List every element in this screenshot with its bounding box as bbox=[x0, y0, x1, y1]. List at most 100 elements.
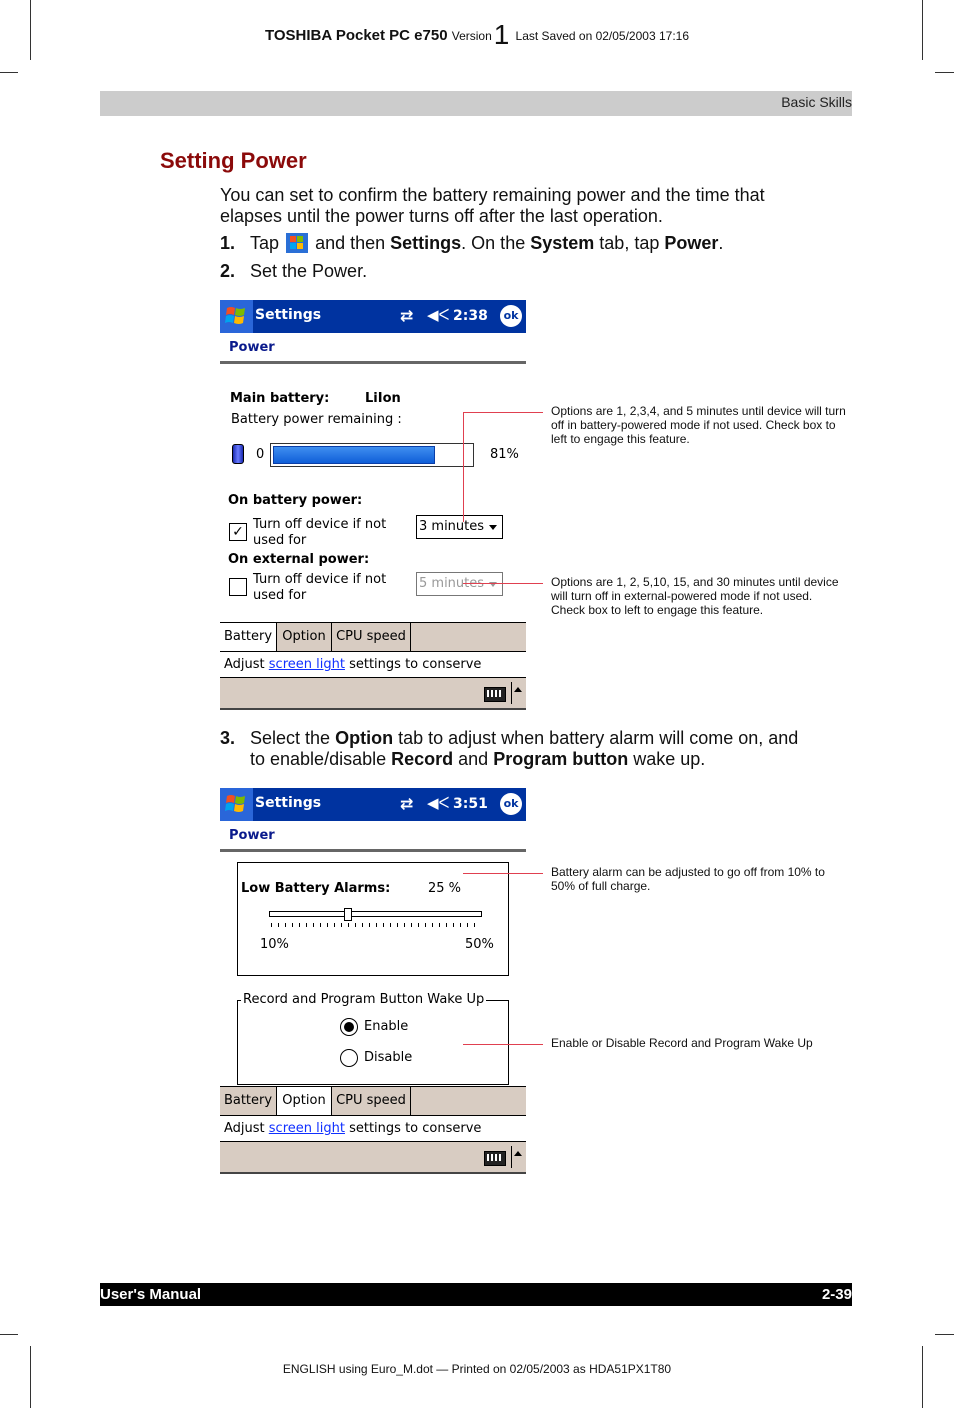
main-battery-type: LiIon bbox=[365, 391, 401, 406]
crop-mark bbox=[935, 1334, 954, 1335]
screen-light-link[interactable]: screen light bbox=[269, 657, 345, 672]
start-button[interactable] bbox=[220, 300, 253, 333]
on-battery-checkbox[interactable]: ✓ bbox=[229, 523, 247, 541]
on-external-checkbox-label: used for bbox=[253, 588, 307, 603]
alarm-slider-thumb[interactable] bbox=[344, 908, 352, 921]
print-info: ENGLISH using Euro_M.dot — Printed on 02… bbox=[282, 1362, 672, 1376]
clock[interactable]: 2:38 bbox=[453, 308, 488, 324]
tab-option[interactable]: Option bbox=[277, 1087, 332, 1115]
annotation-wake: Enable or Disable Record and Program Wak… bbox=[551, 1036, 813, 1050]
speaker-icon[interactable]: ◀ᐸ bbox=[427, 306, 449, 324]
header-version-label: Version bbox=[451, 29, 492, 43]
annotation-alarm: Battery alarm can be adjusted to go off … bbox=[551, 865, 825, 893]
crop-mark bbox=[935, 72, 954, 73]
menu-bar bbox=[220, 1142, 526, 1174]
chevron-down-icon bbox=[489, 525, 497, 530]
screen-light-link[interactable]: screen light bbox=[269, 1121, 345, 1136]
step-2: 2. Set the Power. bbox=[220, 261, 367, 282]
tab-option[interactable]: Option bbox=[277, 623, 332, 651]
step-text: . On the bbox=[461, 233, 526, 253]
help-text: Adjust screen light settings to conserve… bbox=[220, 1116, 526, 1161]
clock[interactable]: 3:51 bbox=[453, 796, 488, 812]
input-panel-arrow-icon[interactable] bbox=[514, 687, 522, 692]
step-keyword: Settings bbox=[390, 233, 462, 253]
alarm-slider-track[interactable] bbox=[269, 911, 482, 917]
on-battery-heading: On battery power: bbox=[228, 493, 363, 508]
sync-arrows-icon[interactable]: ⇄ bbox=[400, 306, 413, 325]
pocketpc-screen-option: Settings ⇄ ◀ᐸ 3:51 ok Power Low Battery … bbox=[220, 788, 526, 1174]
leader-line bbox=[463, 873, 543, 874]
windows-start-icon bbox=[286, 233, 309, 253]
annotation-external-timeout: Options are 1, 2, 5,10, 15, and 30 minut… bbox=[551, 575, 839, 617]
leader-line bbox=[463, 412, 543, 413]
slider-max-label: 50% bbox=[465, 937, 494, 952]
step-continuation: to enable/disable Record and Program but… bbox=[220, 749, 850, 770]
battery-percent-label: 81% bbox=[490, 447, 519, 462]
pocketpc-screen-battery: Settings ⇄ ◀ᐸ 2:38 ok Power Main battery… bbox=[220, 300, 526, 710]
tab-battery[interactable]: Battery bbox=[220, 623, 277, 651]
step-text: Select the bbox=[250, 728, 331, 748]
divider bbox=[511, 1146, 512, 1168]
header-brand: TOSHIBA Pocket PC e750 bbox=[264, 27, 448, 44]
divider bbox=[511, 682, 512, 704]
alarm-value-label: 25 % bbox=[428, 881, 462, 896]
step-text: to enable/disable bbox=[250, 749, 387, 769]
step-text: . bbox=[718, 233, 724, 253]
on-battery-checkbox-label: used for bbox=[253, 533, 307, 548]
battery-progress-bar bbox=[270, 443, 474, 467]
keyboard-icon[interactable] bbox=[484, 687, 506, 702]
help-prefix: Adjust bbox=[224, 1121, 265, 1136]
speaker-icon[interactable]: ◀ᐸ bbox=[427, 794, 449, 812]
keyboard-icon[interactable] bbox=[484, 1151, 506, 1166]
dropdown-value: 3 minutes bbox=[419, 519, 485, 534]
slider-ticks bbox=[271, 923, 481, 927]
tab-cpu-speed[interactable]: CPU speed bbox=[332, 1087, 411, 1115]
annotation-battery-timeout: Options are 1, 2,3,4, and 5 minutes unti… bbox=[551, 404, 846, 446]
disable-radio[interactable] bbox=[340, 1049, 358, 1067]
step-keyword: Option bbox=[335, 728, 394, 748]
step-text: wake up. bbox=[633, 749, 706, 769]
footer-manual-label: User's Manual bbox=[100, 1286, 202, 1303]
step-text: and then bbox=[315, 233, 386, 253]
on-external-timeout-dropdown[interactable]: 5 minutes bbox=[416, 572, 503, 596]
ok-button[interactable]: ok bbox=[500, 305, 522, 327]
app-title: Settings bbox=[255, 795, 322, 811]
crop-mark bbox=[30, 1346, 31, 1408]
on-battery-timeout-dropdown[interactable]: 3 minutes bbox=[416, 515, 503, 539]
help-text: Adjust screen light settings to conserve… bbox=[220, 652, 526, 697]
battery-icon bbox=[232, 444, 244, 464]
enable-radio[interactable] bbox=[340, 1018, 358, 1036]
ok-button[interactable]: ok bbox=[500, 793, 522, 815]
crop-mark bbox=[0, 1334, 18, 1335]
section-bar: Basic Skills bbox=[100, 91, 852, 116]
progress-min-label: 0 bbox=[256, 447, 265, 462]
low-battery-alarm-box: Low Battery Alarms: 25 % 10% 50% bbox=[237, 862, 509, 976]
wake-group-label: Record and Program Button Wake Up bbox=[241, 992, 487, 1007]
step-number: 3. bbox=[220, 728, 236, 748]
tab-bar: Battery Option CPU speed bbox=[220, 1086, 526, 1116]
app-title: Settings bbox=[255, 307, 322, 323]
title-bar: Settings ⇄ ◀ᐸ 3:51 ok bbox=[220, 788, 526, 821]
header-version-number: 1 bbox=[493, 19, 510, 50]
wake-up-group: Record and Program Button Wake Up Enable… bbox=[237, 992, 509, 1085]
input-panel-arrow-icon[interactable] bbox=[514, 1151, 522, 1156]
step-text: and bbox=[458, 749, 489, 769]
step-keyword: Program button bbox=[493, 749, 629, 769]
tab-battery[interactable]: Battery bbox=[220, 1087, 277, 1115]
sync-arrows-icon[interactable]: ⇄ bbox=[400, 794, 413, 813]
battery-progress-fill bbox=[273, 446, 435, 464]
page-number: 2-39 bbox=[821, 1286, 852, 1303]
on-external-checkbox-label: Turn off device if not bbox=[253, 572, 387, 587]
menu-bar bbox=[220, 678, 526, 710]
tab-cpu-speed[interactable]: CPU speed bbox=[332, 623, 411, 651]
page-title: Setting Power bbox=[160, 148, 307, 173]
alarm-label: Low Battery Alarms: bbox=[241, 881, 391, 896]
start-button[interactable] bbox=[220, 788, 253, 821]
section-name: Basic Skills bbox=[781, 94, 852, 110]
crop-mark bbox=[0, 72, 18, 73]
on-external-checkbox[interactable] bbox=[229, 578, 247, 596]
on-battery-checkbox-label: Turn off device if not bbox=[253, 517, 387, 532]
remaining-label: Battery power remaining : bbox=[231, 412, 402, 427]
on-external-heading: On external power: bbox=[228, 552, 370, 567]
step-keyword: Record bbox=[391, 749, 454, 769]
